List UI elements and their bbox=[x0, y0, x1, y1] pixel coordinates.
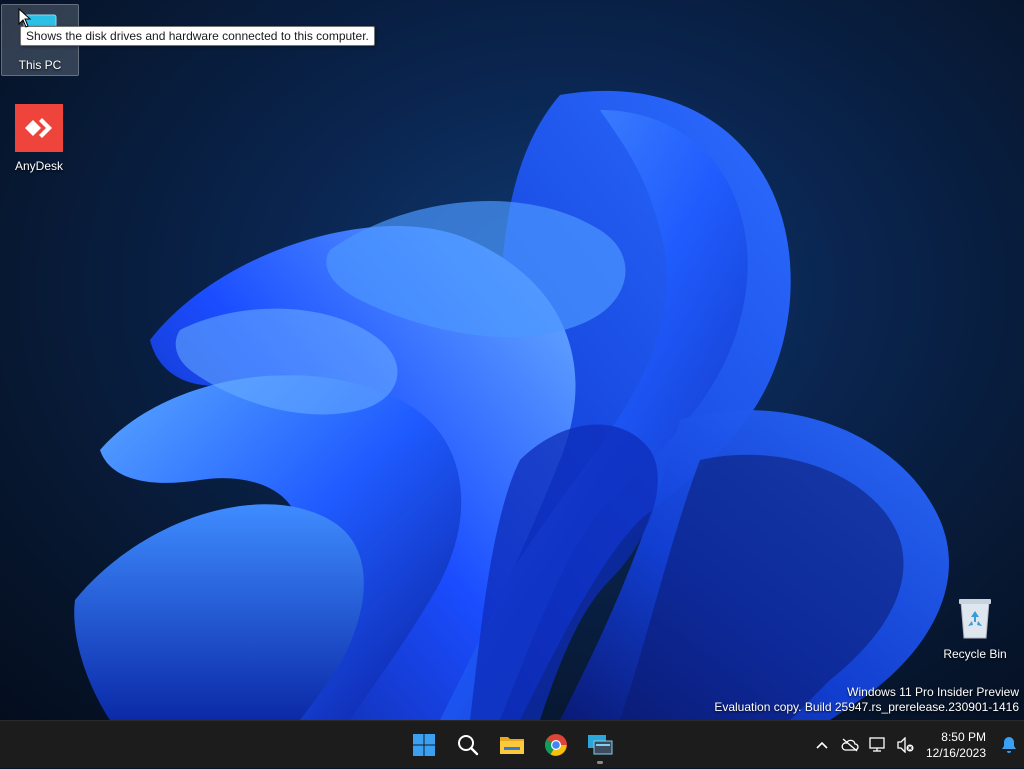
clock-time: 8:50 PM bbox=[941, 730, 986, 744]
desktop-icon-recycle-bin[interactable]: Recycle Bin bbox=[937, 596, 1013, 664]
notifications-button[interactable] bbox=[994, 725, 1024, 765]
desktop-icon-label: Recycle Bin bbox=[943, 647, 1007, 661]
search-icon bbox=[458, 735, 479, 756]
running-indicator bbox=[597, 761, 603, 764]
onedrive-tray-button[interactable] bbox=[836, 725, 864, 765]
desktop: This PC AnyDesk Recycle Bin Shows the di… bbox=[0, 0, 1024, 720]
desktop-icon-anydesk[interactable]: AnyDesk bbox=[1, 104, 77, 174]
file-explorer-button[interactable] bbox=[492, 725, 532, 765]
volume-tray-button[interactable] bbox=[892, 725, 920, 765]
chrome-icon bbox=[545, 734, 567, 756]
remote-desktop-button[interactable] bbox=[580, 725, 620, 765]
evaluation-watermark: Windows 11 Pro Insider Preview Evaluatio… bbox=[714, 685, 1019, 715]
clock-button[interactable]: 8:50 PM 12/16/2023 bbox=[920, 729, 994, 761]
desktop-icon-label: AnyDesk bbox=[14, 159, 64, 173]
volume-muted-icon bbox=[897, 737, 914, 753]
taskbar-apps bbox=[404, 721, 620, 769]
folder-icon bbox=[500, 737, 524, 754]
search-button[interactable] bbox=[448, 725, 488, 765]
remote-desktop-icon bbox=[588, 735, 613, 755]
bell-icon bbox=[1002, 737, 1016, 753]
show-hidden-icons-button[interactable] bbox=[808, 725, 836, 765]
chrome-button[interactable] bbox=[536, 725, 576, 765]
mouse-cursor-icon bbox=[18, 8, 32, 28]
anydesk-icon bbox=[15, 104, 63, 152]
network-tray-button[interactable] bbox=[864, 725, 892, 765]
watermark-build: Evaluation copy. Build 25947.rs_prerelea… bbox=[714, 700, 1019, 714]
taskbar: 8:50 PM 12/16/2023 bbox=[0, 720, 1024, 768]
recycle-bin-icon bbox=[959, 599, 991, 639]
desktop-icon-label: This PC bbox=[18, 58, 62, 72]
bloom-wallpaper bbox=[74, 90, 949, 720]
tooltip: Shows the disk drives and hardware conne… bbox=[20, 26, 375, 46]
windows-start-icon bbox=[413, 734, 435, 756]
cloud-offline-icon bbox=[841, 738, 859, 752]
network-icon bbox=[869, 737, 885, 752]
start-button[interactable] bbox=[404, 725, 444, 765]
clock-date: 12/16/2023 bbox=[925, 746, 986, 760]
watermark-edition: Windows 11 Pro Insider Preview bbox=[847, 685, 1019, 699]
chevron-up-icon bbox=[816, 741, 828, 749]
system-tray: 8:50 PM 12/16/2023 bbox=[808, 721, 1024, 769]
